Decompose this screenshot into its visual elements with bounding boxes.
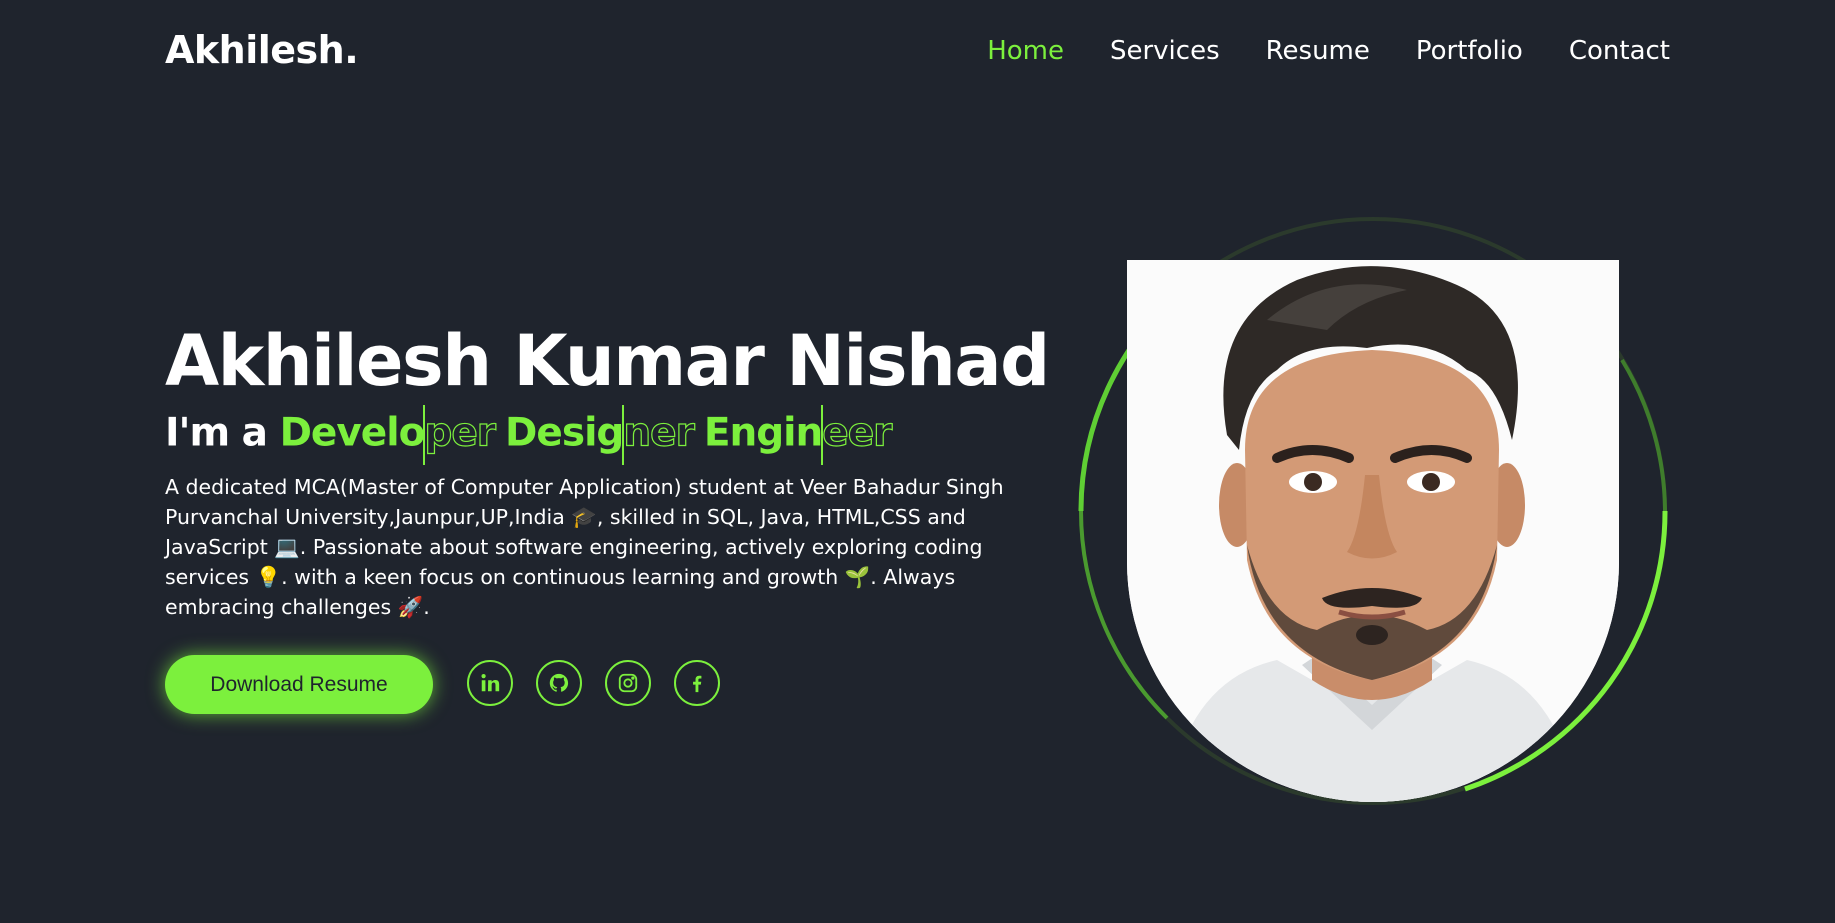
linkedin-icon[interactable]: [467, 660, 513, 706]
role-engineer: Engineer: [703, 405, 893, 465]
download-resume-button[interactable]: Download Resume: [165, 655, 433, 714]
hero-description: A dedicated MCA(Master of Computer Appli…: [165, 475, 1004, 619]
person-portrait-icon: [1127, 260, 1619, 802]
role-developer: Developer: [279, 405, 497, 465]
hero-intro: I'm a: [165, 410, 268, 456]
social-links: [467, 660, 720, 706]
facebook-icon[interactable]: [674, 660, 720, 706]
role-typed: Engin: [703, 410, 823, 456]
role-rest: ner: [623, 410, 696, 456]
profile-photo: [1127, 260, 1619, 802]
role-typed: Develo: [279, 410, 426, 456]
nav-contact[interactable]: Contact: [1569, 36, 1670, 66]
nav-resume[interactable]: Resume: [1266, 36, 1370, 66]
role-typed: Desig: [505, 410, 624, 456]
nav-portfolio[interactable]: Portfolio: [1416, 36, 1523, 66]
role-rest: eer: [822, 410, 893, 456]
hero-name: Akhilesh Kumar Nishad: [165, 320, 1050, 402]
role-designer: Designer: [505, 405, 696, 465]
main-nav: Home Services Resume Portfolio Contact: [987, 36, 1670, 66]
nav-home[interactable]: Home: [987, 36, 1064, 66]
nav-services[interactable]: Services: [1110, 36, 1220, 66]
github-icon[interactable]: [536, 660, 582, 706]
site-logo[interactable]: Akhilesh.: [165, 28, 359, 72]
role-rest: per: [424, 410, 497, 456]
instagram-icon[interactable]: [605, 660, 651, 706]
hero-subtitle: I'm a Developer Designer Engineer: [165, 405, 901, 465]
